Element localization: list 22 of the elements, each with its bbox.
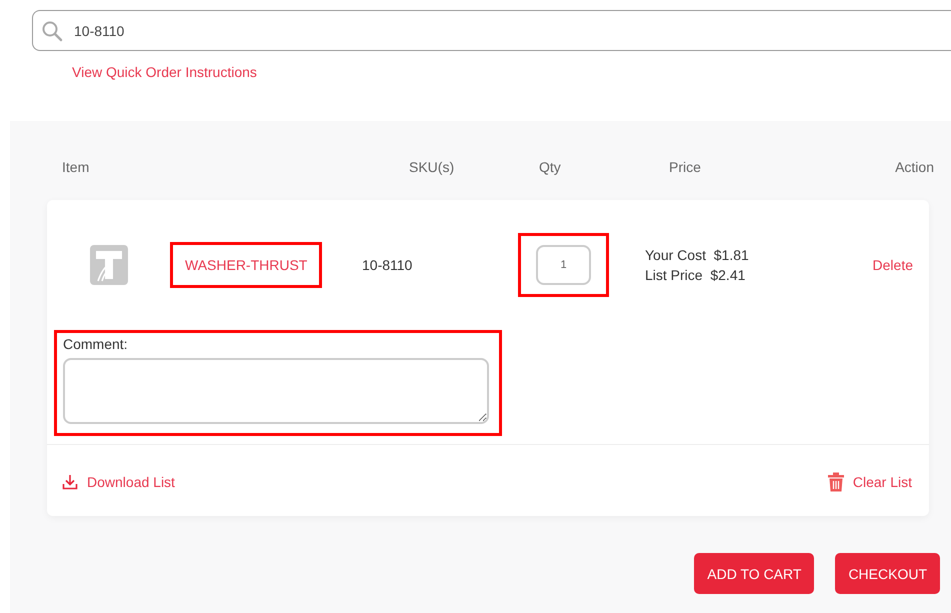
download-list-link[interactable]: Download List [62,472,175,492]
item-name-link[interactable]: WASHER-THRUST [170,242,322,288]
comment-field[interactable] [63,358,489,424]
column-header: Price [669,159,701,175]
comment-label: Comment: [63,336,129,352]
search-field[interactable]: 10-8110 [32,10,951,51]
clear-list-link[interactable]: Clear List [828,472,912,492]
trash-icon [828,472,844,492]
list-price-text: List Price $2.41 [645,267,746,283]
quantity-field[interactable]: 1 [536,245,591,285]
column-header: Action [895,159,934,175]
column-header: Item [62,159,90,175]
your-cost-text: Your Cost $1.81 [645,247,750,263]
instructions-link[interactable]: View Quick Order Instructions [72,64,257,80]
sku-text: 10-8110 [362,257,414,273]
cart-action-button[interactable]: ADD TO CART [694,553,814,594]
download-icon [62,474,78,490]
column-header: SKU(s) [409,159,454,175]
cart-action-button[interactable]: CHECKOUT [835,553,940,594]
delete-link[interactable]: Delete [872,257,913,273]
product-logo-icon [90,245,128,285]
column-header: Qty [539,159,561,175]
